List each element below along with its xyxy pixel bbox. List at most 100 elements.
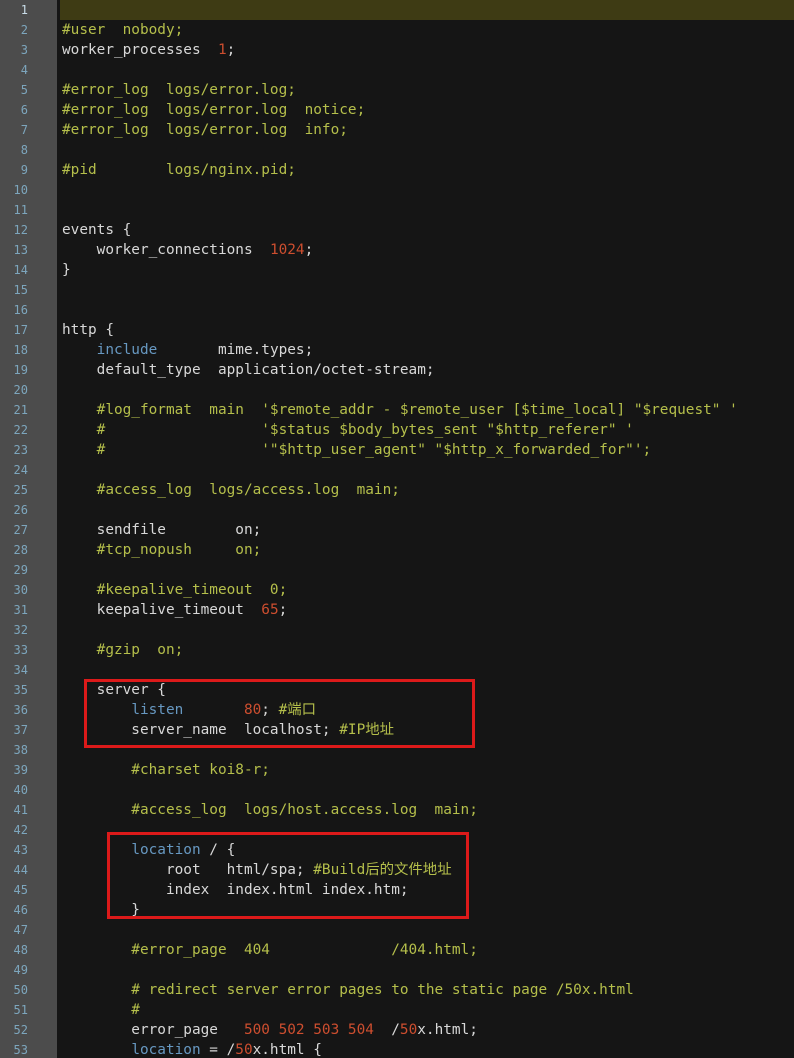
code-segment: 50 [400,1022,417,1038]
code-segment: 1024 [270,242,305,258]
line-number[interactable]: 39 [0,760,57,780]
line-number[interactable]: 13 [0,240,57,260]
line-number[interactable]: 21 [0,400,57,420]
code-segment: x.html { [253,1042,322,1058]
code-line: #pid logs/nginx.pid; [57,160,794,180]
code-segment: events { [62,222,131,238]
line-number[interactable]: 6 [0,100,57,120]
code-segment: worker_connections [62,242,270,258]
code-line [57,380,794,400]
code-segment: error_page [62,1022,244,1038]
code-segment: #error_log logs/error.log notice; [62,102,365,118]
line-number[interactable]: 8 [0,140,57,160]
line-number[interactable]: 26 [0,500,57,520]
line-number[interactable]: 33 [0,640,57,660]
code-line [57,560,794,580]
code-line [57,620,794,640]
line-number[interactable]: 3 [0,40,57,60]
line-number[interactable]: 43 [0,840,57,860]
line-number[interactable]: 52 [0,1020,57,1040]
line-number[interactable]: 29 [0,560,57,580]
line-number[interactable]: 46 [0,900,57,920]
line-number[interactable]: 20 [0,380,57,400]
code-line: #keepalive_timeout 0; [57,580,794,600]
line-number-gutter[interactable]: 1234567891011121314151617181920212223242… [0,0,57,1058]
code-line: #gzip on; [57,640,794,660]
line-number[interactable]: 14 [0,260,57,280]
code-line: worker_connections 1024; [57,240,794,260]
line-number[interactable]: 48 [0,940,57,960]
line-number[interactable]: 53 [0,1040,57,1058]
line-number[interactable]: 47 [0,920,57,940]
line-number[interactable]: 5 [0,80,57,100]
line-number[interactable]: 32 [0,620,57,640]
code-segment: ; [279,602,288,618]
code-line: # '"$http_user_agent" "$http_x_forwarded… [57,440,794,460]
line-number[interactable]: 40 [0,780,57,800]
code-line [57,780,794,800]
code-line: #log_format main '$remote_addr - $remote… [57,400,794,420]
code-segment: = / [201,1042,236,1058]
code-line: #tcp_nopush on; [57,540,794,560]
code-segment: #pid logs/nginx.pid; [62,162,296,178]
line-number[interactable]: 42 [0,820,57,840]
line-number[interactable]: 18 [0,340,57,360]
line-number[interactable]: 45 [0,880,57,900]
server-listen-highlight-box [84,679,475,748]
line-number[interactable]: 10 [0,180,57,200]
line-number[interactable]: 27 [0,520,57,540]
code-line: #user nobody; [57,20,794,40]
line-number[interactable]: 7 [0,120,57,140]
line-number[interactable]: 4 [0,60,57,80]
line-number[interactable]: 15 [0,280,57,300]
code-segment: / [374,1022,400,1038]
code-line [57,660,794,680]
code-line [57,280,794,300]
code-line: #error_log logs/error.log info; [57,120,794,140]
code-segment: #tcp_nopush on; [62,542,261,558]
line-number[interactable]: 9 [0,160,57,180]
code-line [57,60,794,80]
code-line: #charset koi8-r; [57,760,794,780]
code-segment: ; [227,42,236,58]
line-number[interactable]: 49 [0,960,57,980]
code-line [57,300,794,320]
line-number[interactable]: 24 [0,460,57,480]
code-segment: #error_log logs/error.log info; [62,122,348,138]
line-number[interactable]: 30 [0,580,57,600]
line-number[interactable]: 41 [0,800,57,820]
code-segment: #gzip on; [62,642,183,658]
code-segment: # redirect server error pages to the sta… [62,982,634,998]
code-segment: } [62,262,71,278]
code-segment: sendfile on; [62,522,261,538]
line-number[interactable]: 22 [0,420,57,440]
line-number[interactable]: 28 [0,540,57,560]
line-number[interactable]: 25 [0,480,57,500]
line-number[interactable]: 37 [0,720,57,740]
line-number[interactable]: 12 [0,220,57,240]
code-segment: #error_page 404 /404.html; [62,942,478,958]
code-segment: http { [62,322,114,338]
line-number[interactable]: 2 [0,20,57,40]
line-number[interactable]: 19 [0,360,57,380]
line-number[interactable]: 34 [0,660,57,680]
code-line [57,460,794,480]
line-number[interactable]: 11 [0,200,57,220]
line-number[interactable]: 17 [0,320,57,340]
line-number[interactable]: 36 [0,700,57,720]
code-segment: 65 [261,602,278,618]
code-line: http { [57,320,794,340]
line-number[interactable]: 35 [0,680,57,700]
code-segment: #user nobody; [62,22,183,38]
code-segment: #access_log logs/access.log main; [62,482,400,498]
line-number[interactable]: 50 [0,980,57,1000]
line-number[interactable]: 16 [0,300,57,320]
line-number[interactable]: 23 [0,440,57,460]
line-number[interactable]: 51 [0,1000,57,1020]
line-number[interactable]: 1 [0,0,57,20]
line-number[interactable]: 38 [0,740,57,760]
code-line [57,0,794,20]
code-line: #error_log logs/error.log notice; [57,100,794,120]
line-number[interactable]: 31 [0,600,57,620]
line-number[interactable]: 44 [0,860,57,880]
